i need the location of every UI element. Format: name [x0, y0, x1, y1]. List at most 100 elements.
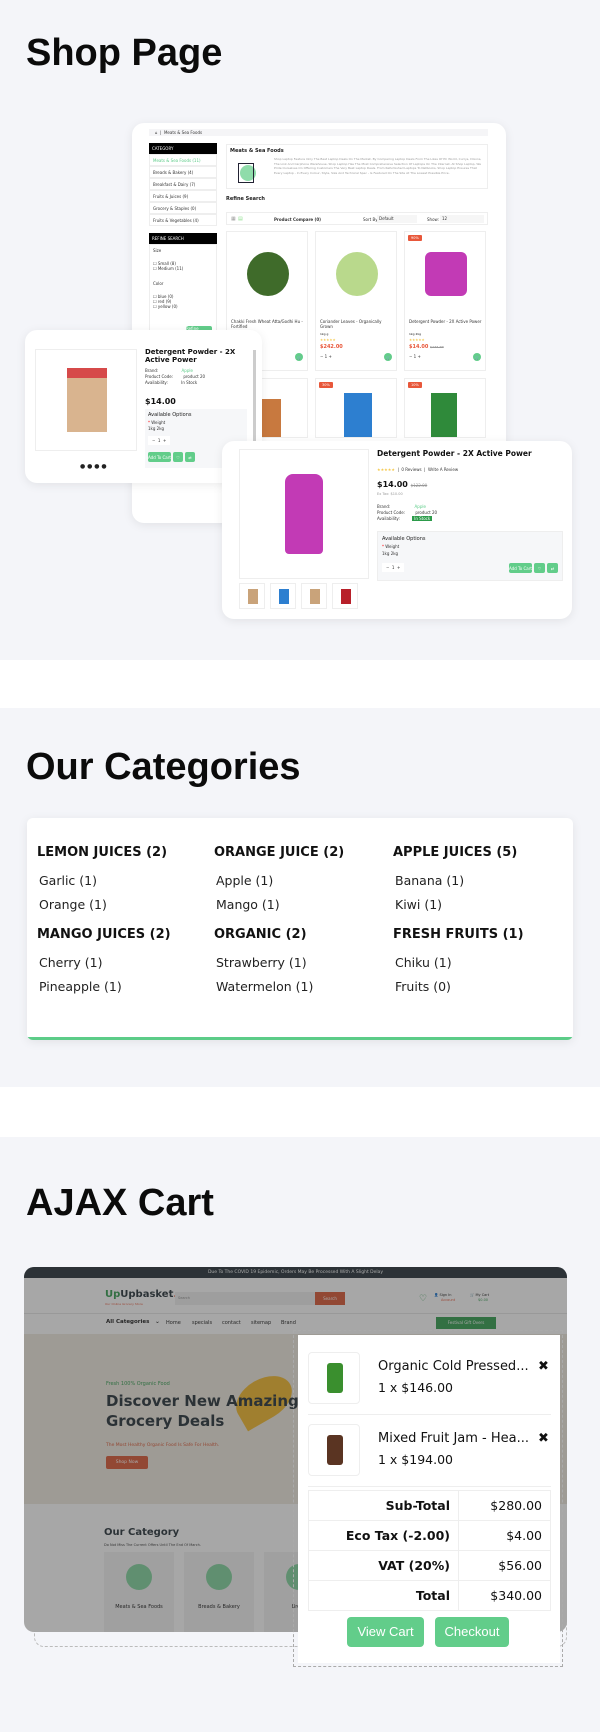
product-compare-link[interactable]: Product Compare (0) [274, 217, 321, 222]
product-card[interactable]: 10% [404, 378, 486, 438]
product-title: Detergent Powder - 2X Active Power [377, 449, 532, 458]
grid-view-icon[interactable]: ▦ [231, 216, 236, 222]
remove-item-icon[interactable]: ✖ [538, 1359, 549, 1374]
product-toolbar: ▦ ▤ Product Compare (0) Sort By: Default… [226, 212, 488, 225]
breadcrumb: ⌂ | Meats & Sea Foods [149, 129, 488, 136]
cart-item-image[interactable] [308, 1424, 360, 1476]
subcategory-link[interactable]: Orange (1) [39, 897, 107, 912]
product-image [247, 252, 289, 296]
stock-badge: In Stock [412, 516, 433, 521]
sidebar-category-item[interactable]: Fruits & Juices (9) [149, 190, 217, 202]
cart-item-name[interactable]: Mixed Fruit Jam - Hea... [378, 1431, 529, 1446]
cart-icon[interactable]: 🛒 [384, 353, 392, 361]
cart-icon[interactable]: 🛒 [473, 353, 481, 361]
quantity-stepper[interactable]: − 1 + [148, 436, 171, 445]
subcategory-link[interactable]: Strawberry (1) [216, 955, 307, 970]
sidebar-category-item[interactable]: Breakfast & Dairy (7) [149, 178, 217, 190]
category-heading[interactable]: FRESH FRUITS (1) [393, 927, 524, 942]
weight-options[interactable]: 1kg 2kg [382, 551, 398, 556]
add-to-cart-button[interactable]: Add To Cart [148, 452, 171, 462]
weight-options[interactable]: 1kg g [320, 332, 328, 336]
size-label: Size [153, 248, 162, 253]
write-review-link[interactable]: Write A Review [428, 467, 458, 472]
compare-icon[interactable]: ⇄ [547, 563, 558, 573]
color-option[interactable]: ☐ yellow (0) [153, 304, 213, 309]
product-name[interactable]: Detergent Powder - 2X Active Power [409, 319, 483, 324]
size-option[interactable]: ☐ Medium (11) [153, 266, 213, 271]
product-thumbnail[interactable] [239, 583, 265, 609]
category-heading[interactable]: APPLE JUICES (5) [393, 845, 517, 860]
product-detail-popup: Detergent Powder - 2X Active Power ★★★★★… [222, 441, 572, 619]
subcategory-link[interactable]: Mango (1) [216, 897, 280, 912]
weight-options[interactable]: 1kg 2kg [409, 332, 421, 336]
subcategory-link[interactable]: Cherry (1) [39, 955, 102, 970]
product-name[interactable]: Coriander Leaves - Organically Grown [320, 319, 394, 329]
category-heading[interactable]: LEMON JUICES (2) [37, 845, 167, 860]
product-thumbnail[interactable] [270, 583, 296, 609]
image-carousel-dots[interactable]: ● ● ● ● [80, 463, 107, 470]
subcategory-link[interactable]: Chiku (1) [395, 955, 452, 970]
view-cart-button[interactable]: View Cart [347, 1617, 424, 1647]
wishlist-heart-icon[interactable]: ♡ [534, 563, 545, 573]
subcategory-link[interactable]: Garlic (1) [39, 873, 97, 888]
cart-item-name[interactable]: Organic Cold Pressed... [378, 1359, 529, 1374]
category-heading[interactable]: ORANGE JUICE (2) [214, 845, 344, 860]
subcategory-link[interactable]: Fruits (0) [395, 979, 451, 994]
cart-icon[interactable]: 🛒 [295, 353, 303, 361]
subcategory-link[interactable]: Pineapple (1) [39, 979, 122, 994]
subcategory-link[interactable]: Kiwi (1) [395, 897, 442, 912]
star-rating: ★★★★★ [377, 467, 395, 472]
product-thumbnail[interactable] [301, 583, 327, 609]
cart-totals-table: Sub-Total $280.00 Eco Tax (-2.00) $4.00 VAT … [308, 1490, 551, 1611]
product-card[interactable]: Coriander Leaves - Organically Grown 1kg… [315, 231, 397, 371]
weight-options[interactable]: 1kg 2kg [148, 426, 164, 431]
sidebar-category-item[interactable]: Grocery & Staples (0) [149, 202, 217, 214]
totals-row: Sub-Total $280.00 [308, 1490, 551, 1521]
sort-select[interactable]: Default [377, 215, 417, 223]
subcategory-link[interactable]: Banana (1) [395, 873, 464, 888]
product-price: $242.00 [320, 344, 343, 350]
quantity-stepper[interactable]: − 1 + [382, 563, 405, 572]
product-card[interactable]: 90% Detergent Powder - 2X Active Power 1… [404, 231, 486, 371]
checkout-button[interactable]: Checkout [435, 1617, 509, 1647]
sidebar-category-item[interactable]: Breads & Bakery (4) [149, 166, 217, 178]
subcategory-link[interactable]: Watermelon (1) [216, 979, 313, 994]
categories-menu: LEMON JUICES (2) Garlic (1) Orange (1) ORAN… [27, 818, 573, 1040]
category-sidebar: CATEGORY Meats & Sea Foods (11) Breads & … [149, 143, 217, 340]
grocery-bag-icon [232, 157, 262, 187]
show-select[interactable]: 12 [440, 215, 484, 223]
refine-search-heading: Refine Search [226, 196, 265, 202]
wishlist-heart-icon[interactable]: ♡ [173, 452, 183, 462]
product-name[interactable]: Chakki Fresh Wheat Atta/Godhi Hu - Forti… [231, 319, 305, 329]
product-card[interactable]: 30% [315, 378, 397, 438]
section-title: Our Categories [26, 746, 301, 788]
cart-item-image[interactable] [308, 1352, 360, 1404]
star-rating: ★★★★★ [409, 338, 425, 342]
category-heading[interactable]: MANGO JUICES (2) [37, 927, 171, 942]
quantity-stepper[interactable]: − 1 + [320, 354, 332, 359]
compare-icon[interactable]: ⇄ [185, 452, 195, 462]
section-title: AJAX Cart [26, 1182, 214, 1224]
product-image [239, 449, 369, 579]
product-title: Detergent Powder - 2X Active Power [145, 348, 236, 364]
quantity-stepper[interactable]: − 1 + [409, 354, 421, 359]
subcategory-link[interactable]: Apple (1) [216, 873, 273, 888]
discount-badge: 30% [319, 382, 333, 388]
product-price: $14.00 [409, 344, 429, 350]
list-view-icon[interactable]: ▤ [238, 216, 243, 222]
totals-row: Total $340.00 [308, 1580, 551, 1611]
discount-badge: 90% [408, 235, 422, 241]
section-title: Shop Page [26, 32, 223, 74]
remove-item-icon[interactable]: ✖ [538, 1431, 549, 1446]
breadcrumb-item[interactable]: Meats & Sea Foods [164, 130, 202, 135]
available-options: Available Options * Weight 1kg 2kg − 1 +… [377, 531, 563, 581]
sidebar-category-item[interactable]: Meats & Sea Foods (11) [149, 154, 217, 166]
add-to-cart-button[interactable]: Add To Cart [509, 563, 532, 573]
reviews-link[interactable]: 0 Reviews [401, 467, 421, 472]
category-heading[interactable]: ORGANIC (2) [214, 927, 307, 942]
product-thumbnail[interactable] [332, 583, 358, 609]
product-price: $14.00 [145, 397, 176, 406]
sidebar-category-item[interactable]: Fruits & Vegetables (4) [149, 214, 217, 226]
product-meta: Brand: Apple Product Code: product 20 Av… [377, 504, 438, 521]
refine-header: REFINE SEARCH [149, 233, 217, 244]
